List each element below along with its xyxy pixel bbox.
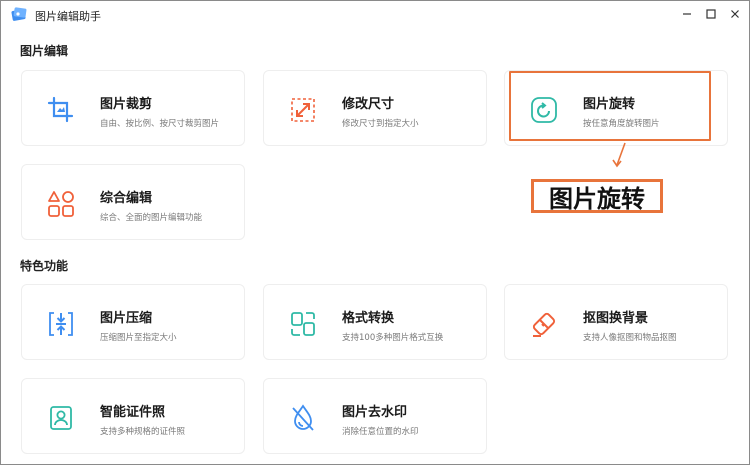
close-button[interactable] (725, 5, 745, 23)
annotation-label: 图片旋转 (531, 179, 663, 213)
id-photo-icon (50, 406, 72, 430)
arrow-icon (612, 142, 626, 168)
card-idphoto-title: 智能证件照 (100, 405, 166, 420)
title-bar: 图片编辑助手 (1, 1, 749, 29)
card-resize-desc: 修改尺寸到指定大小 (342, 119, 419, 129)
app-window: 图片编辑助手 图片编辑 图片裁剪 自由、按比例、按尺寸裁剪图片 修改尺寸 修改尺… (0, 0, 750, 465)
shapes-icon (48, 191, 74, 217)
card-compress-title: 图片压缩 (100, 311, 153, 326)
card-combo-title: 综合编辑 (100, 191, 153, 206)
card-compress[interactable]: 图片压缩 压缩图片至指定大小 (21, 284, 245, 360)
card-resize[interactable]: 修改尺寸 修改尺寸到指定大小 (263, 70, 487, 146)
maximize-button[interactable] (701, 5, 721, 23)
minimize-icon (683, 13, 691, 15)
card-format-convert[interactable]: 格式转换 支持100多种图片格式互换 (263, 284, 487, 360)
crop-icon (47, 96, 74, 123)
card-crop-desc: 自由、按比例、按尺寸裁剪图片 (100, 119, 220, 129)
section-title-edit: 图片编辑 (20, 44, 69, 58)
highlight-box (509, 71, 711, 141)
card-resize-title: 修改尺寸 (342, 97, 395, 112)
card-cutout-title: 抠图换背景 (583, 311, 649, 326)
card-watermark-desc: 消除任意位置的水印 (342, 427, 419, 437)
card-watermark-title: 图片去水印 (342, 405, 408, 420)
compress-icon (49, 312, 73, 336)
convert-icon (291, 312, 315, 336)
card-cutout-desc: 支持人像抠图和物品抠图 (583, 333, 677, 343)
eraser-icon (532, 312, 556, 337)
card-idphoto-desc: 支持多种规格的证件照 (100, 427, 186, 437)
section-title-features: 特色功能 (20, 259, 69, 273)
app-title: 图片编辑助手 (35, 10, 101, 23)
watermark-drop-icon (292, 404, 314, 431)
card-combo-desc: 综合、全面的图片编辑功能 (100, 213, 203, 223)
minimize-button[interactable] (677, 5, 697, 23)
app-logo-icon (11, 7, 27, 21)
card-combo-edit[interactable]: 综合编辑 综合、全面的图片编辑功能 (21, 164, 245, 240)
card-compress-desc: 压缩图片至指定大小 (100, 333, 177, 343)
card-crop-title: 图片裁剪 (100, 97, 153, 112)
card-crop[interactable]: 图片裁剪 自由、按比例、按尺寸裁剪图片 (21, 70, 245, 146)
maximize-icon (706, 9, 716, 19)
resize-icon (291, 98, 315, 122)
card-cutout-background[interactable]: 抠图换背景 支持人像抠图和物品抠图 (504, 284, 728, 360)
card-id-photo[interactable]: 智能证件照 支持多种规格的证件照 (21, 378, 245, 454)
close-icon (731, 10, 739, 18)
card-convert-title: 格式转换 (342, 311, 395, 326)
card-convert-desc: 支持100多种图片格式互换 (342, 333, 444, 343)
card-remove-watermark[interactable]: 图片去水印 消除任意位置的水印 (263, 378, 487, 454)
